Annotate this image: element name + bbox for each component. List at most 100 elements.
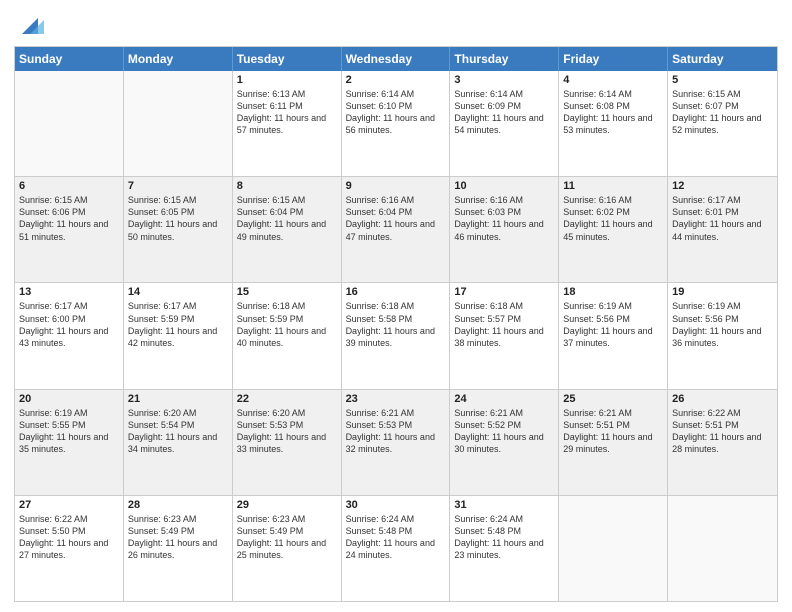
- day-number: 9: [346, 180, 446, 192]
- calendar-day-14: 14Sunrise: 6:17 AM Sunset: 5:59 PM Dayli…: [124, 283, 233, 388]
- day-number: 20: [19, 393, 119, 405]
- calendar-day-15: 15 Sunrise: 6:18 AM Sunset: 5:59 PM Dayli…: [233, 283, 342, 388]
- calendar-day-11: 11Sunrise: 6:16 AM Sunset: 6:02 PM Dayli…: [559, 177, 668, 282]
- day-info: Sunrise: 6:24 AM Sunset: 5:48 PM Dayligh…: [454, 514, 543, 560]
- calendar-day-10: 10Sunrise: 6:16 AM Sunset: 6:03 PM Dayli…: [450, 177, 559, 282]
- calendar-day-18: 18 Sunrise: 6:19 AM Sunset: 5:56 PM Dayli…: [559, 283, 668, 388]
- day-number: 26: [672, 393, 773, 405]
- day-number: 28: [128, 499, 228, 511]
- day-info: Sunrise: 6:22 AM Sunset: 5:50 PM Dayligh…: [19, 514, 108, 560]
- day-info: Sunrise: 6:24 AM Sunset: 5:48 PM Dayligh…: [346, 514, 435, 560]
- day-number: 29: [237, 499, 337, 511]
- calendar-day-3: 3 Sunrise: 6:14 AM Sunset: 6:09 PM Daylig…: [450, 71, 559, 176]
- day-number: 30: [346, 499, 446, 511]
- day-number: 7: [128, 180, 228, 192]
- day-number: 3: [454, 74, 554, 86]
- day-number: 6: [19, 180, 119, 192]
- calendar-day-5: 5 Sunrise: 6:15 AM Sunset: 6:07 PM Daylig…: [668, 71, 777, 176]
- calendar-day-25: 25 Sunrise: 6:21 AM Sunset: 5:51 PM Dayli…: [559, 390, 668, 495]
- day-number: 14: [128, 286, 228, 298]
- day-info: Sunrise: 6:15 AM Sunset: 6:04 PM Dayligh…: [237, 195, 326, 241]
- calendar-day-2: 2Sunrise: 6:14 AM Sunset: 6:10 PM Daylig…: [342, 71, 451, 176]
- calendar-empty: [15, 71, 124, 176]
- day-info: Sunrise: 6:23 AM Sunset: 5:49 PM Dayligh…: [237, 514, 326, 560]
- header-day-tuesday: Tuesday: [233, 47, 342, 71]
- header-day-wednesday: Wednesday: [342, 47, 451, 71]
- calendar-day-24: 24 Sunrise: 6:21 AM Sunset: 5:52 PM Dayli…: [450, 390, 559, 495]
- header-day-friday: Friday: [559, 47, 668, 71]
- calendar-day-1: 1 Sunrise: 6:13 AM Sunset: 6:11 PM Daylig…: [233, 71, 342, 176]
- calendar-week-1: 1 Sunrise: 6:13 AM Sunset: 6:11 PM Daylig…: [15, 71, 777, 176]
- day-number: 22: [237, 393, 337, 405]
- day-info: Sunrise: 6:17 AM Sunset: 6:01 PM Dayligh…: [672, 195, 761, 241]
- calendar-day-22: 22Sunrise: 6:20 AM Sunset: 5:53 PM Dayli…: [233, 390, 342, 495]
- calendar-body: 1 Sunrise: 6:13 AM Sunset: 6:11 PM Daylig…: [15, 71, 777, 601]
- calendar-header: SundayMondayTuesdayWednesdayThursdayFrid…: [15, 47, 777, 71]
- day-number: 24: [454, 393, 554, 405]
- header: [14, 10, 778, 38]
- calendar-empty: [124, 71, 233, 176]
- day-info: Sunrise: 6:17 AM Sunset: 6:00 PM Dayligh…: [19, 301, 108, 347]
- calendar: SundayMondayTuesdayWednesdayThursdayFrid…: [14, 46, 778, 602]
- logo-icon: [16, 10, 44, 38]
- calendar-empty: [559, 496, 668, 601]
- header-day-monday: Monday: [124, 47, 233, 71]
- day-number: 23: [346, 393, 446, 405]
- calendar-day-28: 28 Sunrise: 6:23 AM Sunset: 5:49 PM Dayli…: [124, 496, 233, 601]
- calendar-week-5: 27 Sunrise: 6:22 AM Sunset: 5:50 PM Dayli…: [15, 495, 777, 601]
- calendar-day-12: 12 Sunrise: 6:17 AM Sunset: 6:01 PM Dayli…: [668, 177, 777, 282]
- day-info: Sunrise: 6:18 AM Sunset: 5:59 PM Dayligh…: [237, 301, 326, 347]
- calendar-day-4: 4 Sunrise: 6:14 AM Sunset: 6:08 PM Daylig…: [559, 71, 668, 176]
- day-info: Sunrise: 6:13 AM Sunset: 6:11 PM Dayligh…: [237, 89, 326, 135]
- day-number: 4: [563, 74, 663, 86]
- day-number: 19: [672, 286, 773, 298]
- day-number: 25: [563, 393, 663, 405]
- day-number: 17: [454, 286, 554, 298]
- day-info: Sunrise: 6:21 AM Sunset: 5:51 PM Dayligh…: [563, 408, 652, 454]
- calendar-day-9: 9 Sunrise: 6:16 AM Sunset: 6:04 PM Daylig…: [342, 177, 451, 282]
- day-number: 2: [346, 74, 446, 86]
- day-info: Sunrise: 6:20 AM Sunset: 5:54 PM Dayligh…: [128, 408, 217, 454]
- page: SundayMondayTuesdayWednesdayThursdayFrid…: [0, 0, 792, 612]
- header-day-saturday: Saturday: [668, 47, 777, 71]
- day-info: Sunrise: 6:22 AM Sunset: 5:51 PM Dayligh…: [672, 408, 761, 454]
- calendar-day-19: 19 Sunrise: 6:19 AM Sunset: 5:56 PM Dayli…: [668, 283, 777, 388]
- calendar-day-27: 27 Sunrise: 6:22 AM Sunset: 5:50 PM Dayli…: [15, 496, 124, 601]
- day-number: 15: [237, 286, 337, 298]
- calendar-week-4: 20 Sunrise: 6:19 AM Sunset: 5:55 PM Dayli…: [15, 389, 777, 495]
- day-info: Sunrise: 6:14 AM Sunset: 6:09 PM Dayligh…: [454, 89, 543, 135]
- calendar-day-13: 13Sunrise: 6:17 AM Sunset: 6:00 PM Dayli…: [15, 283, 124, 388]
- calendar-day-26: 26 Sunrise: 6:22 AM Sunset: 5:51 PM Dayli…: [668, 390, 777, 495]
- day-number: 1: [237, 74, 337, 86]
- day-number: 5: [672, 74, 773, 86]
- calendar-day-21: 21Sunrise: 6:20 AM Sunset: 5:54 PM Dayli…: [124, 390, 233, 495]
- day-info: Sunrise: 6:21 AM Sunset: 5:52 PM Dayligh…: [454, 408, 543, 454]
- day-number: 11: [563, 180, 663, 192]
- day-number: 18: [563, 286, 663, 298]
- day-info: Sunrise: 6:19 AM Sunset: 5:56 PM Dayligh…: [672, 301, 761, 347]
- day-info: Sunrise: 6:23 AM Sunset: 5:49 PM Dayligh…: [128, 514, 217, 560]
- day-info: Sunrise: 6:15 AM Sunset: 6:07 PM Dayligh…: [672, 89, 761, 135]
- day-info: Sunrise: 6:15 AM Sunset: 6:05 PM Dayligh…: [128, 195, 217, 241]
- day-info: Sunrise: 6:15 AM Sunset: 6:06 PM Dayligh…: [19, 195, 108, 241]
- day-info: Sunrise: 6:19 AM Sunset: 5:56 PM Dayligh…: [563, 301, 652, 347]
- calendar-day-6: 6 Sunrise: 6:15 AM Sunset: 6:06 PM Daylig…: [15, 177, 124, 282]
- day-info: Sunrise: 6:21 AM Sunset: 5:53 PM Dayligh…: [346, 408, 435, 454]
- day-number: 16: [346, 286, 446, 298]
- day-info: Sunrise: 6:16 AM Sunset: 6:04 PM Dayligh…: [346, 195, 435, 241]
- day-number: 27: [19, 499, 119, 511]
- day-info: Sunrise: 6:14 AM Sunset: 6:08 PM Dayligh…: [563, 89, 652, 135]
- day-info: Sunrise: 6:18 AM Sunset: 5:58 PM Dayligh…: [346, 301, 435, 347]
- calendar-day-20: 20 Sunrise: 6:19 AM Sunset: 5:55 PM Dayli…: [15, 390, 124, 495]
- calendar-day-17: 17 Sunrise: 6:18 AM Sunset: 5:57 PM Dayli…: [450, 283, 559, 388]
- calendar-day-7: 7 Sunrise: 6:15 AM Sunset: 6:05 PM Daylig…: [124, 177, 233, 282]
- calendar-day-16: 16 Sunrise: 6:18 AM Sunset: 5:58 PM Dayli…: [342, 283, 451, 388]
- calendar-day-29: 29 Sunrise: 6:23 AM Sunset: 5:49 PM Dayli…: [233, 496, 342, 601]
- calendar-empty: [668, 496, 777, 601]
- logo: [14, 10, 44, 38]
- calendar-day-23: 23 Sunrise: 6:21 AM Sunset: 5:53 PM Dayli…: [342, 390, 451, 495]
- day-info: Sunrise: 6:18 AM Sunset: 5:57 PM Dayligh…: [454, 301, 543, 347]
- day-number: 31: [454, 499, 554, 511]
- day-info: Sunrise: 6:19 AM Sunset: 5:55 PM Dayligh…: [19, 408, 108, 454]
- day-number: 12: [672, 180, 773, 192]
